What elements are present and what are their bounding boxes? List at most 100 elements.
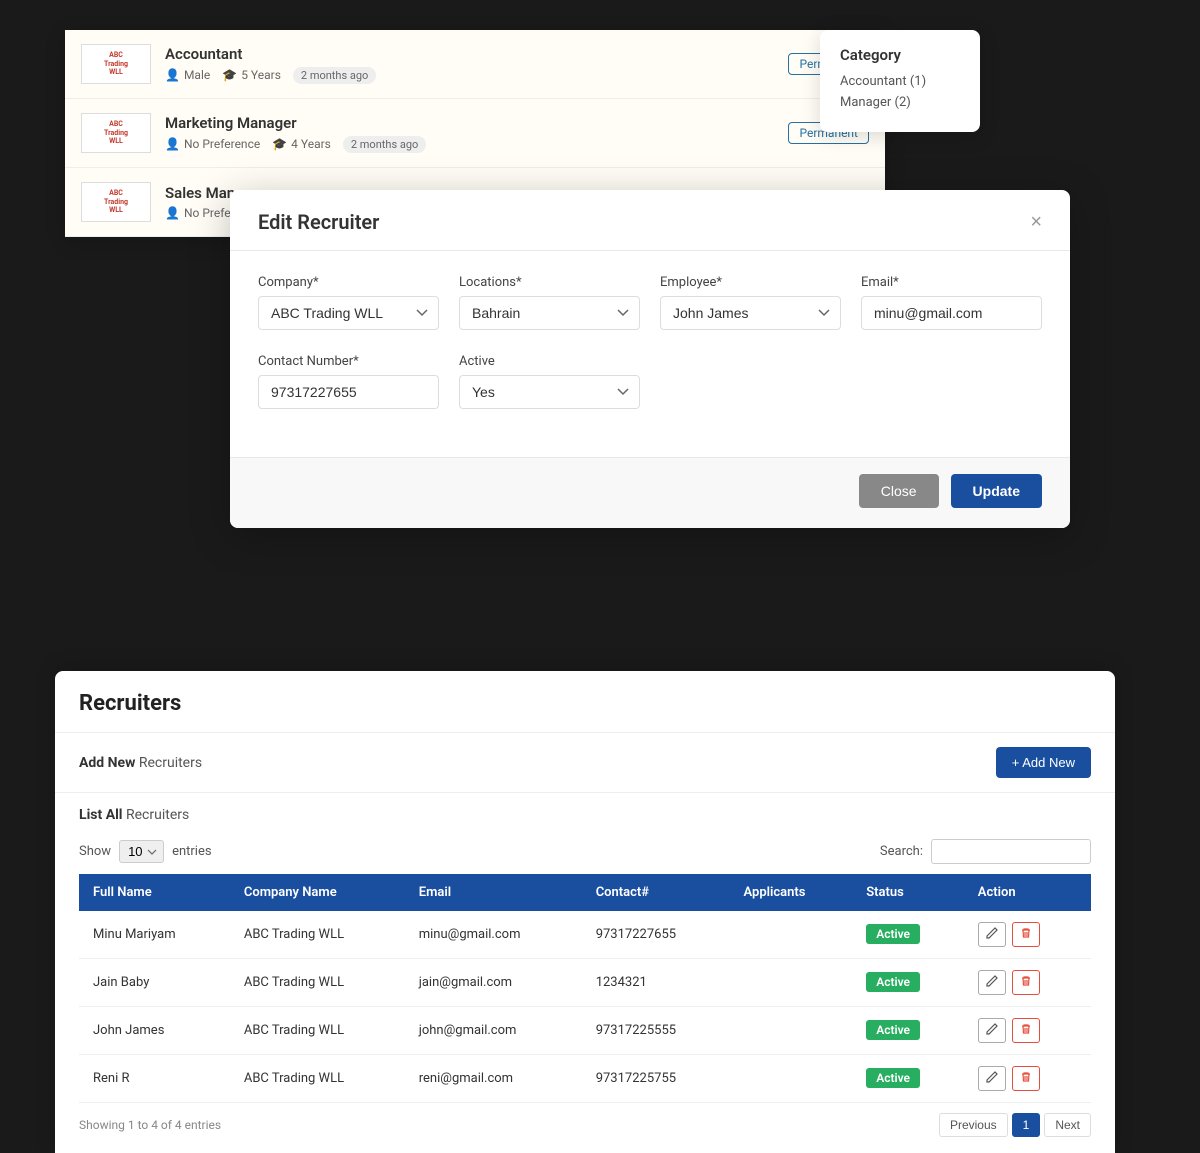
edit-button-3[interactable] xyxy=(978,1066,1006,1091)
delete-button-1[interactable] xyxy=(1012,970,1040,995)
gender-1: 👤 Male xyxy=(165,68,210,82)
edit-button-0[interactable] xyxy=(978,922,1006,947)
table-row: Minu Mariyam ABC Trading WLL minu@gmail.… xyxy=(79,911,1091,959)
cell-applicants-2 xyxy=(729,1007,852,1055)
employee-label: Employee* xyxy=(660,275,841,290)
company-select[interactable]: ABC Trading WLL xyxy=(258,296,439,330)
job-item-2[interactable]: ABCTradingWLL Marketing Manager 👤 No Pre… xyxy=(65,99,885,168)
col-applicants: Applicants xyxy=(729,874,852,911)
empty-group-1 xyxy=(660,354,841,409)
col-company: Company Name xyxy=(230,874,405,911)
add-new-button[interactable]: + Add New xyxy=(996,747,1091,778)
location-select[interactable]: Bahrain xyxy=(459,296,640,330)
page-1-button[interactable]: 1 xyxy=(1012,1113,1041,1137)
form-row-2: Contact Number* Active Yes xyxy=(258,354,1042,409)
exp-icon-1: 🎓 xyxy=(222,68,237,82)
cell-status-0: Active xyxy=(852,911,964,959)
showing-text: Showing 1 to 4 of 4 entries xyxy=(79,1118,221,1132)
close-button[interactable]: Close xyxy=(859,474,939,508)
job-info-2: Marketing Manager 👤 No Preference 🎓 4 Ye… xyxy=(165,114,869,153)
experience-1: 🎓 5 Years xyxy=(222,68,281,82)
company-logo-1: ABCTradingWLL xyxy=(81,44,151,84)
cell-status-2: Active xyxy=(852,1007,964,1055)
employee-select[interactable]: John James xyxy=(660,296,841,330)
category-item-2[interactable]: Manager (2) xyxy=(840,95,960,110)
contact-label: Contact Number* xyxy=(258,354,439,369)
contact-input[interactable] xyxy=(258,375,439,409)
prev-button[interactable]: Previous xyxy=(939,1113,1008,1137)
cell-applicants-1 xyxy=(729,959,852,1007)
table-footer: Showing 1 to 4 of 4 entries Previous 1 N… xyxy=(55,1103,1115,1143)
table-row: Jain Baby ABC Trading WLL jain@gmail.com… xyxy=(79,959,1091,1007)
edit-recruiter-modal: Edit Recruiter × Company* ABC Trading WL… xyxy=(230,190,1070,528)
search-input[interactable] xyxy=(931,839,1091,864)
person-icon-1: 👤 xyxy=(165,68,180,82)
table-controls: Show 10 entries Search: xyxy=(55,833,1115,874)
delete-button-0[interactable] xyxy=(1012,922,1040,947)
empty-group-2 xyxy=(861,354,1042,409)
cell-contact-1: 1234321 xyxy=(582,959,730,1007)
cell-applicants-0 xyxy=(729,911,852,959)
search-bar: Search: xyxy=(880,839,1091,864)
cell-email-1: jain@gmail.com xyxy=(405,959,582,1007)
cell-email-2: john@gmail.com xyxy=(405,1007,582,1055)
active-label: Active xyxy=(459,354,640,369)
col-fullname: Full Name xyxy=(79,874,230,911)
cell-email-3: reni@gmail.com xyxy=(405,1055,582,1103)
company-field-group: Company* ABC Trading WLL xyxy=(258,275,439,330)
job-title-2: Marketing Manager xyxy=(165,114,869,132)
posted-2: 2 months ago xyxy=(343,136,426,153)
company-label: Company* xyxy=(258,275,439,290)
cell-name-3: Reni R xyxy=(79,1055,230,1103)
job-meta-1: 👤 Male 🎓 5 Years 2 months ago xyxy=(165,67,869,84)
cell-company-0: ABC Trading WLL xyxy=(230,911,405,959)
status-badge-0: Active xyxy=(866,924,920,944)
company-logo-2: ABCTradingWLL xyxy=(81,113,151,153)
cell-action-1 xyxy=(964,959,1091,1007)
section-header: Recruiters xyxy=(55,671,1115,733)
cell-name-1: Jain Baby xyxy=(79,959,230,1007)
list-bold: List All xyxy=(79,807,123,823)
email-input[interactable] xyxy=(861,296,1042,330)
delete-button-2[interactable] xyxy=(1012,1018,1040,1043)
form-row-1: Company* ABC Trading WLL Locations* Bahr… xyxy=(258,275,1042,330)
add-new-bar: Add New Recruiters + Add New xyxy=(55,733,1115,793)
add-new-text: Add New Recruiters xyxy=(79,755,202,771)
col-status: Status xyxy=(852,874,964,911)
delete-button-3[interactable] xyxy=(1012,1066,1040,1091)
modal-header: Edit Recruiter × xyxy=(230,190,1070,251)
edit-button-1[interactable] xyxy=(978,970,1006,995)
table-row: Reni R ABC Trading WLL reni@gmail.com 97… xyxy=(79,1055,1091,1103)
active-select[interactable]: Yes xyxy=(459,375,640,409)
cell-action-0 xyxy=(964,911,1091,959)
cell-contact-3: 97317225755 xyxy=(582,1055,730,1103)
category-item-1[interactable]: Accountant (1) xyxy=(840,74,960,89)
entries-label: entries xyxy=(172,844,212,859)
modal-title: Edit Recruiter xyxy=(258,210,379,234)
modal-body: Company* ABC Trading WLL Locations* Bahr… xyxy=(230,251,1070,457)
active-field-group: Active Yes xyxy=(459,354,640,409)
update-button[interactable]: Update xyxy=(951,474,1042,508)
cell-company-2: ABC Trading WLL xyxy=(230,1007,405,1055)
status-badge-3: Active xyxy=(866,1068,920,1088)
modal-close-button[interactable]: × xyxy=(1030,212,1042,232)
posted-1: 2 months ago xyxy=(293,67,376,84)
category-panel: Category Accountant (1) Manager (2) xyxy=(820,30,980,132)
person-icon-3: 👤 xyxy=(165,206,180,220)
cell-company-3: ABC Trading WLL xyxy=(230,1055,405,1103)
email-label: Email* xyxy=(861,275,1042,290)
next-button[interactable]: Next xyxy=(1044,1113,1091,1137)
add-new-rest: Recruiters xyxy=(135,755,202,771)
edit-button-2[interactable] xyxy=(978,1018,1006,1043)
cell-contact-0: 97317227655 xyxy=(582,911,730,959)
gender-2: 👤 No Preference xyxy=(165,137,260,151)
show-entries: Show 10 entries xyxy=(79,840,212,863)
modal-footer: Close Update xyxy=(230,457,1070,528)
cell-action-3 xyxy=(964,1055,1091,1103)
pagination: Previous 1 Next xyxy=(939,1113,1091,1137)
job-item-1[interactable]: ABCTradingWLL Accountant 👤 Male 🎓 5 Year… xyxy=(65,30,885,99)
table-header: Full Name Company Name Email Contact# Ap… xyxy=(79,874,1091,911)
cell-name-0: Minu Mariyam xyxy=(79,911,230,959)
entries-select[interactable]: 10 xyxy=(119,840,164,863)
employee-field-group: Employee* John James xyxy=(660,275,841,330)
